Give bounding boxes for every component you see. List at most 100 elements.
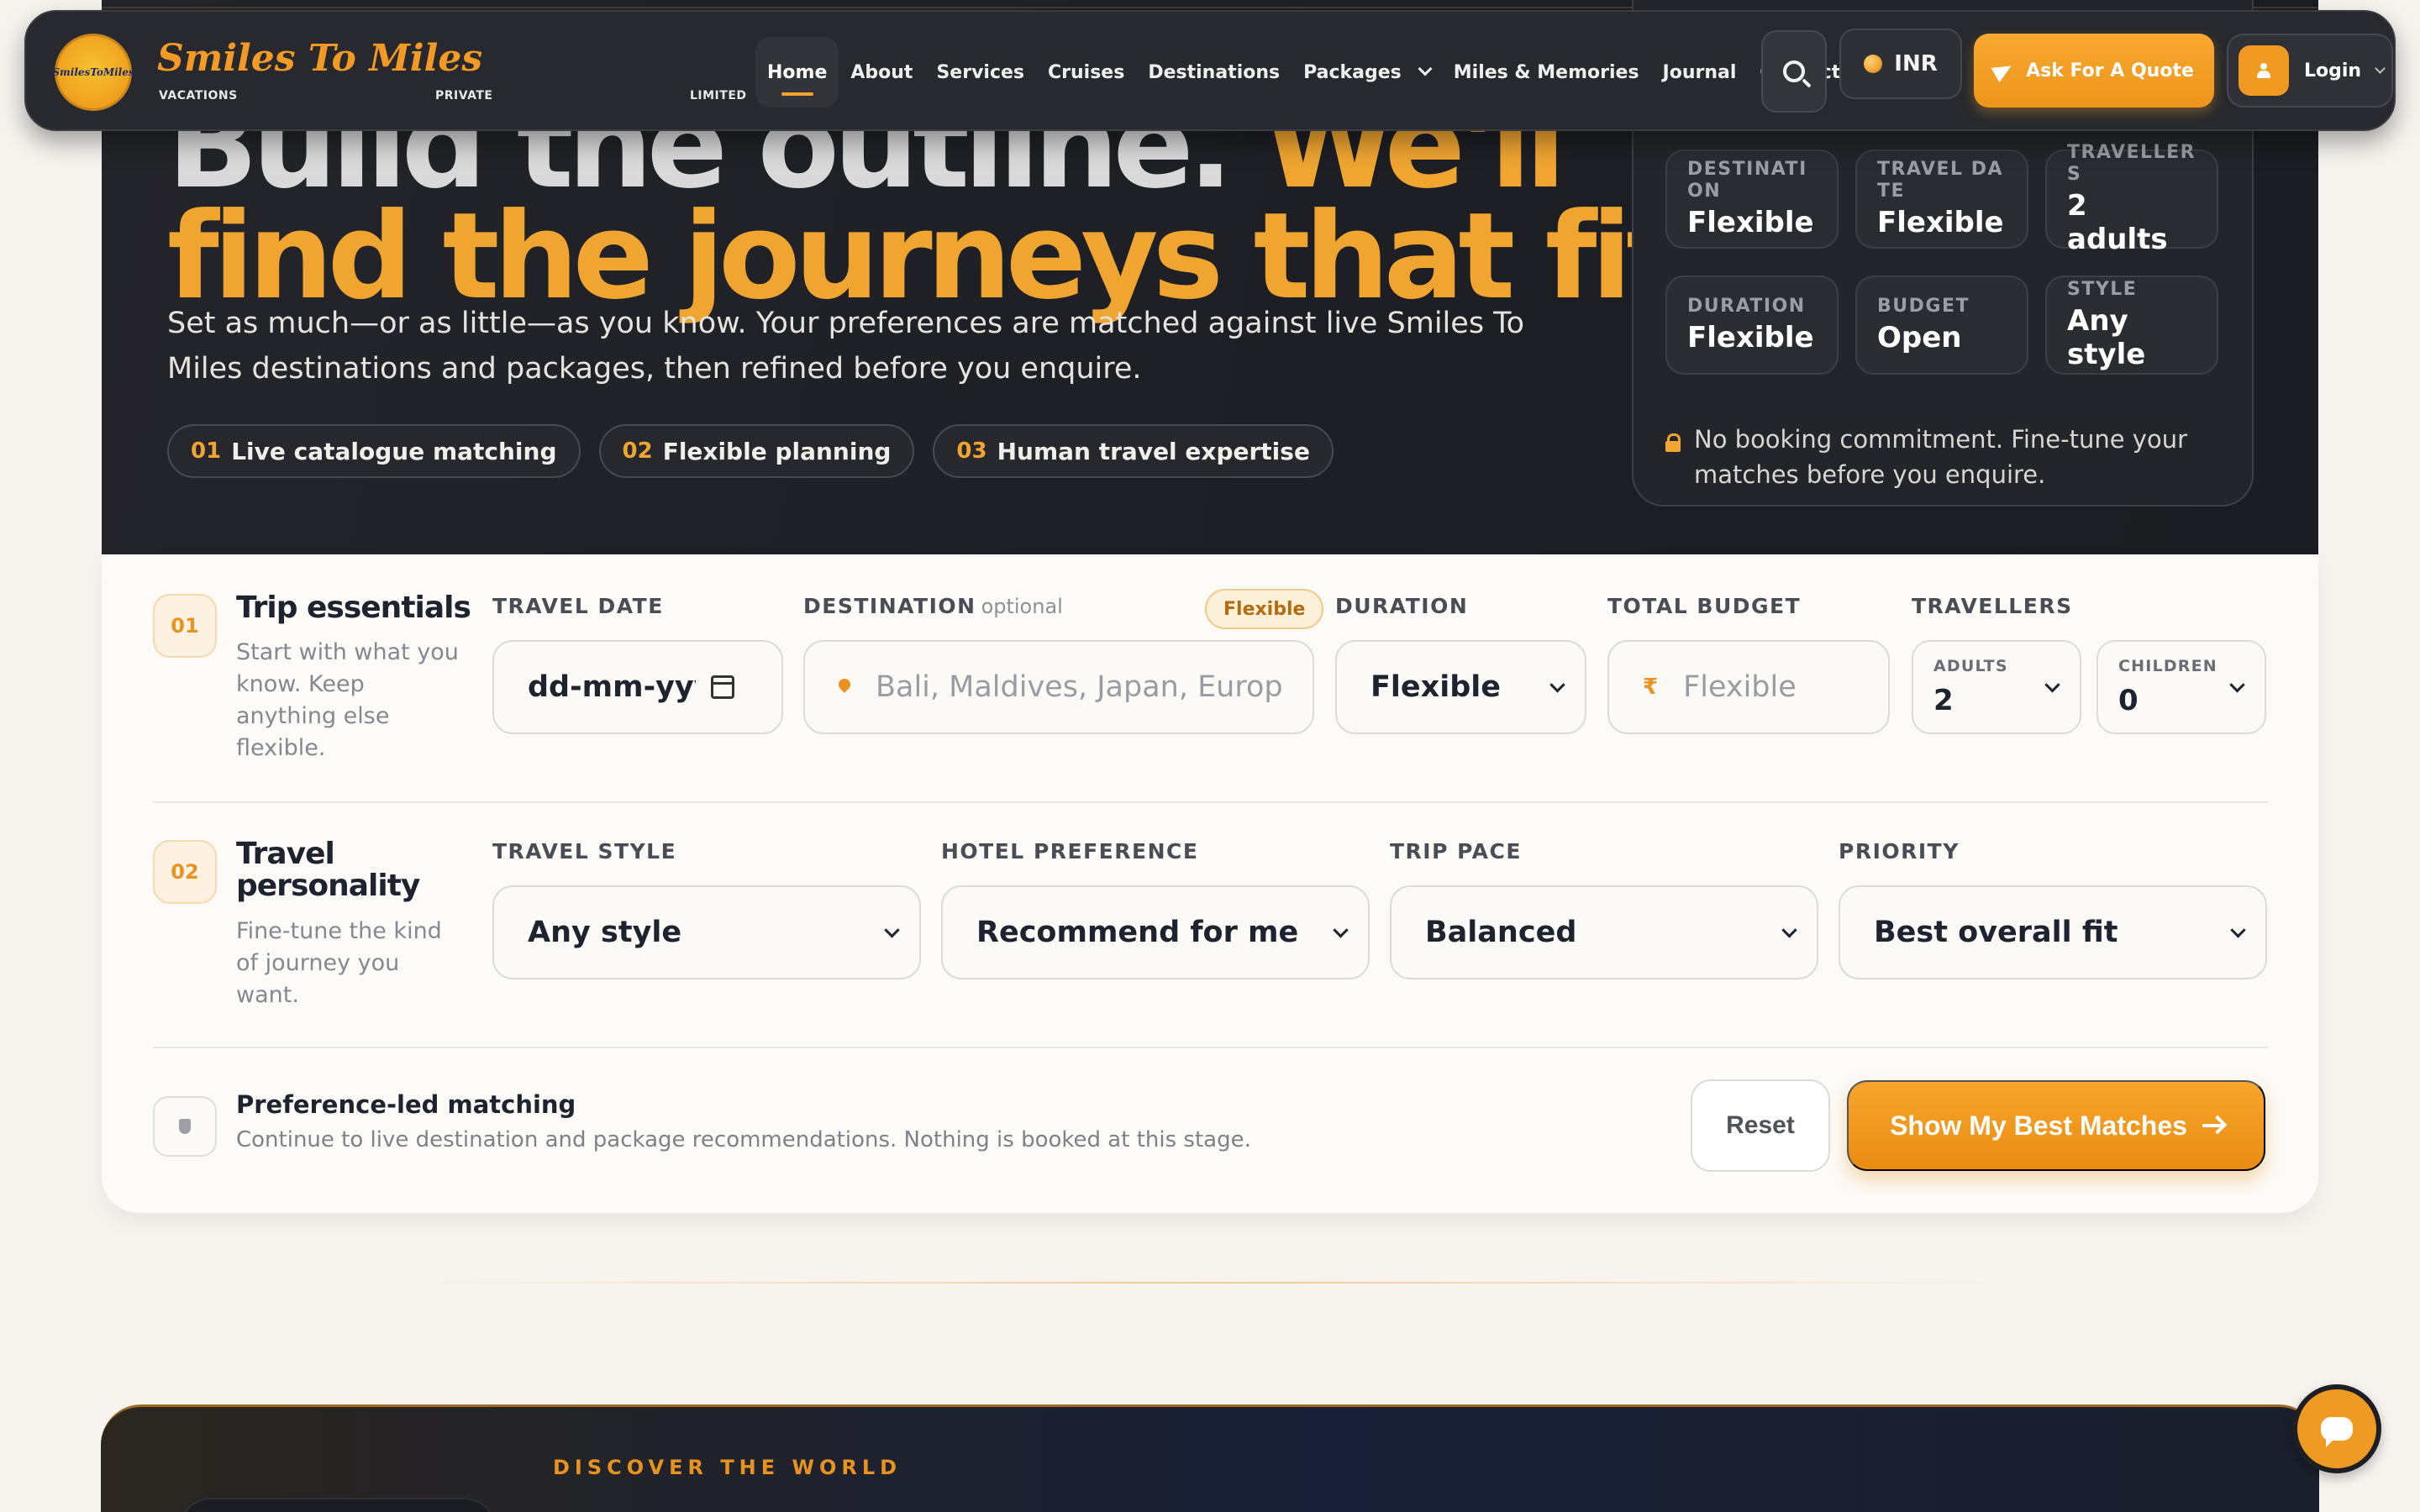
summary-note: No booking commitment. Fine-tune your ma… — [1665, 422, 2212, 492]
summary-value: Flexible — [1877, 206, 2004, 239]
chevron-down-icon — [2230, 922, 2246, 938]
nav-about[interactable]: About — [839, 37, 924, 108]
section-separator — [387, 1282, 2033, 1284]
chat-icon — [2321, 1417, 2353, 1447]
travel-date-input[interactable]: dd-mm-yyyy — [492, 640, 783, 734]
quote-label: Ask For A Quote — [2026, 60, 2194, 81]
adults-value: 2 — [1933, 684, 1954, 717]
globe-icon — [1864, 55, 1883, 73]
hotel-preference-select[interactable]: Recommend for me — [941, 885, 1370, 979]
trip-pace-select[interactable]: Balanced — [1390, 885, 1818, 979]
user-icon — [2257, 63, 2270, 78]
arrow-right-icon — [2202, 1124, 2223, 1127]
step1-description: Start with what you know. Keep anything … — [236, 639, 459, 761]
nav-home[interactable]: Home — [755, 37, 839, 108]
calendar-icon[interactable] — [711, 675, 734, 699]
step1-title: Trip essentials — [236, 591, 471, 625]
chevron-down-icon — [1333, 922, 1349, 938]
matching-title: Preference-led matching — [236, 1090, 576, 1119]
nav-destinations[interactable]: Destinations — [1136, 37, 1292, 108]
feature-chip: 03 Human travel expertise — [933, 424, 1334, 478]
destination-label-text: DESTINATION — [803, 594, 976, 618]
chevron-down-icon — [1418, 61, 1433, 76]
chevron-down-icon — [1781, 922, 1797, 938]
travel-style-label: TRAVEL STYLE — [492, 839, 677, 864]
travel-style-select[interactable]: Any style — [492, 885, 921, 979]
flexible-badge[interactable]: Flexible — [1205, 589, 1324, 629]
ask-for-quote-button[interactable]: Ask For A Quote — [1974, 34, 2214, 108]
summary-value: Open — [1877, 321, 1962, 354]
nav-journal[interactable]: Journal — [1651, 37, 1749, 108]
chevron-down-icon — [1549, 677, 1565, 693]
hero-subtitle: Set as much—or as little—as you know. Yo… — [167, 307, 1525, 386]
travel-date-label: TRAVEL DATE — [492, 594, 664, 618]
main-nav-links: Home About Services Cruises Destinations… — [755, 37, 1852, 108]
chip-label: Human travel expertise — [997, 437, 1310, 465]
rupee-icon: ₹ — [1643, 675, 1659, 700]
children-label: CHILDREN — [2118, 657, 2217, 675]
duration-select[interactable]: Flexible — [1335, 640, 1586, 734]
paper-plane-icon — [1991, 58, 2016, 83]
chip-label: Flexible planning — [662, 437, 892, 465]
summary-grid: DESTINATION Flexible TRAVEL DATE Flexible … — [1665, 142, 2218, 375]
currency-selector[interactable]: INR — [1839, 29, 1962, 99]
login-button[interactable]: Login — [2227, 34, 2393, 108]
show-matches-label: Show My Best Matches — [1890, 1110, 2187, 1141]
show-matches-button[interactable]: Show My Best Matches — [1847, 1080, 2265, 1171]
summary-key: DURATION — [1687, 296, 1806, 317]
destination-input[interactable]: Bali, Maldives, Japan, Europe — [803, 640, 1314, 734]
chat-button[interactable] — [2292, 1384, 2381, 1473]
summary-value: Any style — [2067, 304, 2146, 371]
adults-label: ADULTS — [1933, 657, 2008, 675]
hotel-preference-label: HOTEL PREFERENCE — [941, 839, 1199, 864]
brand-tagline-limited: LIMITED — [690, 89, 747, 102]
top-navbar: SmilesToMiles Smiles To Miles VACATIONS … — [24, 10, 2396, 131]
summary-key: DESTINATION — [1687, 159, 1807, 202]
search-button[interactable] — [1761, 30, 1827, 113]
summary-key: STYLE — [2067, 279, 2138, 300]
brand-tagline-private: PRIVATE — [435, 89, 493, 102]
nav-cruises[interactable]: Cruises — [1036, 37, 1136, 108]
hero-feature-chips: 01 Live catalogue matching 02 Flexible pla… — [167, 424, 1334, 478]
step-number-02: 02 — [153, 840, 217, 904]
travellers-label: TRAVELLERS — [1912, 594, 2073, 618]
discover-kicker: DISCOVER THE WORLD — [553, 1456, 902, 1479]
summary-budget: BUDGET Open — [1855, 276, 2028, 375]
search-icon — [1783, 60, 1805, 82]
budget-placeholder: Flexible — [1683, 670, 1797, 704]
discover-pill — [178, 1498, 497, 1512]
summary-travellers: TRAVELLERS 2 adults — [2045, 142, 2218, 256]
shield-badge — [153, 1096, 217, 1157]
budget-label: TOTAL BUDGET — [1607, 594, 1802, 618]
nav-services[interactable]: Services — [924, 37, 1036, 108]
summary-key: BUDGET — [1877, 296, 1970, 317]
currency-label: INR — [1894, 51, 1938, 76]
children-select[interactable]: CHILDREN 0 — [2096, 640, 2266, 734]
children-value: 0 — [2118, 684, 2139, 717]
logo-text: SmilesToMiles — [52, 66, 134, 78]
section-divider — [153, 801, 2268, 803]
brand-logo[interactable]: SmilesToMiles — [52, 34, 134, 111]
nav-packages-label: Packages — [1303, 61, 1402, 83]
summary-note-text: No booking commitment. Fine-tune your ma… — [1694, 425, 2188, 489]
feature-chip: 01 Live catalogue matching — [167, 424, 581, 478]
duration-value: Flexible — [1370, 670, 1502, 704]
adults-select[interactable]: ADULTS 2 — [1912, 640, 2081, 734]
section-divider — [153, 1047, 2268, 1048]
summary-style: STYLE Any style — [2045, 276, 2218, 375]
brand-name[interactable]: Smiles To Miles — [157, 37, 482, 80]
login-label: Login — [2304, 60, 2362, 81]
duration-label: DURATION — [1335, 594, 1469, 618]
nav-packages[interactable]: Packages — [1292, 37, 1442, 108]
step2-title: Travel personality — [236, 837, 420, 903]
budget-input[interactable]: ₹ Flexible — [1607, 640, 1890, 734]
step2-description: Fine-tune the kind of journey you want. — [236, 918, 442, 1008]
matching-description: Continue to live destination and package… — [236, 1127, 1251, 1152]
nav-miles-memories[interactable]: Miles & Memories — [1442, 37, 1651, 108]
reset-button[interactable]: Reset — [1691, 1079, 1830, 1172]
chip-number: 02 — [622, 438, 653, 464]
priority-label: PRIORITY — [1839, 839, 1960, 864]
priority-select[interactable]: Best overall fit — [1839, 885, 2267, 979]
chevron-down-icon — [2375, 63, 2386, 74]
travel-date-placeholder: dd-mm-yyyy — [528, 670, 696, 704]
